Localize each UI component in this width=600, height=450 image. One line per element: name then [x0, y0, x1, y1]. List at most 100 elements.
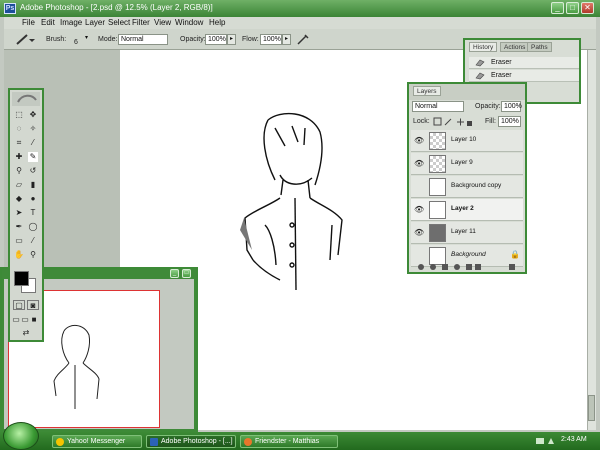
- path-selection-tool-icon[interactable]: ➤: [14, 208, 24, 218]
- brush-size-value[interactable]: 6: [74, 39, 78, 46]
- eye-icon-hidden[interactable]: 👁: [414, 182, 424, 191]
- history-item[interactable]: Eraser: [469, 57, 579, 69]
- quick-mask-mode-icon[interactable]: ◙: [27, 300, 39, 310]
- foreground-color-swatch[interactable]: [14, 271, 29, 286]
- history-brush-tool-icon[interactable]: ↺: [28, 166, 38, 176]
- tab-history[interactable]: History: [469, 42, 498, 52]
- eyedropper-tool-icon[interactable]: ⁄: [28, 236, 38, 246]
- eraser-icon: [475, 59, 485, 67]
- menu-view[interactable]: View: [154, 18, 171, 27]
- eye-icon[interactable]: 👁: [414, 136, 424, 145]
- brush-tool-icon[interactable]: ✎: [28, 152, 38, 162]
- lock-icons[interactable]: [433, 117, 473, 127]
- vertical-scrollbar[interactable]: [587, 50, 596, 430]
- taskbar-item-label: Yahoo! Messenger: [67, 438, 126, 445]
- zoom-tool-icon[interactable]: ⚲: [28, 250, 38, 260]
- dodge-tool-icon[interactable]: ●: [28, 194, 38, 204]
- eye-icon[interactable]: 👁: [414, 159, 424, 168]
- brush-tool-preset-icon[interactable]: [14, 33, 36, 46]
- brush-label: Brush:: [46, 36, 67, 43]
- layers-panel: Layers Normal Opacity: 100% Lock: Fill: …: [407, 82, 527, 274]
- eye-icon[interactable]: 👁: [414, 228, 424, 237]
- opacity-arrow-icon[interactable]: ▸: [227, 34, 236, 45]
- blend-mode-select[interactable]: Normal: [412, 101, 464, 112]
- window-title: Adobe Photoshop - [2.psd @ 12.5% (Layer …: [20, 3, 213, 12]
- eye-icon-hidden[interactable]: 👁: [414, 251, 424, 260]
- layer-name: Layer 9: [451, 159, 473, 166]
- photoshop-app-icon: Ps: [4, 3, 16, 14]
- start-button[interactable]: [3, 422, 39, 450]
- menu-image[interactable]: Image: [60, 18, 82, 27]
- mode-select[interactable]: Normal: [118, 34, 168, 45]
- mode-label: Mode:: [98, 36, 118, 43]
- taskbar-item-friendster[interactable]: Friendster - Matthias: [240, 435, 338, 448]
- slice-tool-icon[interactable]: ⁄: [28, 138, 38, 148]
- taskbar-clock: 2:43 AM: [561, 436, 587, 443]
- menu-help[interactable]: Help: [209, 18, 225, 27]
- tab-layers[interactable]: Layers: [413, 86, 441, 96]
- taskbar-item-yahoo-messenger[interactable]: Yahoo! Messenger: [52, 435, 142, 448]
- crop-tool-icon[interactable]: ⌗: [14, 138, 24, 148]
- layer-name: Background: [451, 251, 486, 258]
- eraser-tool-icon[interactable]: ▱: [14, 180, 24, 190]
- screen-mode-standard-icon[interactable]: ▭: [12, 315, 20, 325]
- layer-thumbnail: [429, 178, 446, 196]
- menu-layer[interactable]: Layer: [85, 18, 105, 27]
- history-item-label: Eraser: [491, 59, 512, 66]
- menu-edit[interactable]: Edit: [41, 18, 55, 27]
- menu-select[interactable]: Select: [108, 18, 130, 27]
- minimize-button[interactable]: _: [170, 269, 179, 278]
- menu-file[interactable]: File: [22, 18, 35, 27]
- hand-tool-icon[interactable]: ✋: [14, 250, 24, 260]
- layer-thumbnail: [429, 132, 446, 150]
- marquee-tool-icon[interactable]: ⬚: [14, 110, 24, 120]
- magic-wand-tool-icon[interactable]: ✧: [28, 124, 38, 134]
- system-tray-icons[interactable]: [535, 436, 559, 446]
- layer-name: Layer 11: [451, 228, 476, 235]
- blur-tool-icon[interactable]: ◆: [14, 194, 24, 204]
- maximize-button[interactable]: □: [182, 269, 191, 278]
- layer-row[interactable]: 👁 Background copy: [411, 176, 523, 198]
- jump-to-imageready-icon[interactable]: ⇄: [14, 328, 38, 338]
- move-tool-icon[interactable]: ✥: [28, 110, 38, 120]
- fill-field[interactable]: 100%: [498, 116, 521, 127]
- flow-arrow-icon[interactable]: ▸: [282, 34, 291, 45]
- layer-row[interactable]: 👁 Layer 11: [411, 222, 523, 244]
- type-tool-icon[interactable]: T: [28, 208, 38, 218]
- taskbar-item-photoshop[interactable]: Adobe Photoshop - [...]: [146, 435, 236, 448]
- minimize-button[interactable]: _: [551, 2, 564, 14]
- menu-filter[interactable]: Filter: [132, 18, 150, 27]
- eye-icon[interactable]: 👁: [414, 205, 424, 214]
- firefox-icon: [244, 438, 252, 446]
- screen-mode-full-icon[interactable]: ■: [30, 315, 38, 325]
- close-button[interactable]: ✕: [581, 2, 594, 14]
- title-bar[interactable]: Ps Adobe Photoshop - [2.psd @ 12.5% (Lay…: [0, 0, 600, 17]
- shape-tool-icon[interactable]: ◯: [28, 222, 38, 232]
- gradient-tool-icon[interactable]: ▮: [28, 180, 38, 190]
- pen-tool-icon[interactable]: ✒: [14, 222, 24, 232]
- brush-picker-arrow-icon[interactable]: ▾: [82, 34, 91, 45]
- layer-row-selected[interactable]: 👁 Layer 2: [411, 199, 523, 221]
- healing-brush-tool-icon[interactable]: ✚: [14, 152, 24, 162]
- layers-panel-header: Layers: [409, 84, 525, 100]
- layer-row[interactable]: 👁 Layer 10: [411, 130, 523, 152]
- menu-window[interactable]: Window: [175, 18, 203, 27]
- layer-actions-bar: [413, 262, 525, 272]
- maximize-button[interactable]: □: [566, 2, 579, 14]
- tab-paths[interactable]: Paths: [527, 42, 552, 52]
- history-item[interactable]: Eraser: [469, 70, 579, 82]
- layer-opacity-field[interactable]: 100%: [501, 101, 522, 112]
- tab-actions[interactable]: Actions: [500, 42, 530, 52]
- layer-opacity-label: Opacity:: [475, 103, 501, 110]
- standard-mode-icon[interactable]: ▢: [13, 300, 25, 310]
- flow-field[interactable]: 100%: [260, 34, 282, 45]
- lasso-tool-icon[interactable]: ◌: [14, 124, 24, 134]
- screen-mode-full-menu-icon[interactable]: ▭: [21, 315, 29, 325]
- clone-stamp-tool-icon[interactable]: ⚲: [14, 166, 24, 176]
- layer-row[interactable]: 👁 Layer 9: [411, 153, 523, 175]
- scrollbar-thumb[interactable]: [588, 395, 595, 421]
- opacity-field[interactable]: 100%: [205, 34, 227, 45]
- toolbox-header[interactable]: [12, 92, 40, 106]
- notes-tool-icon[interactable]: ▭: [14, 236, 24, 246]
- airbrush-icon[interactable]: [296, 33, 310, 46]
